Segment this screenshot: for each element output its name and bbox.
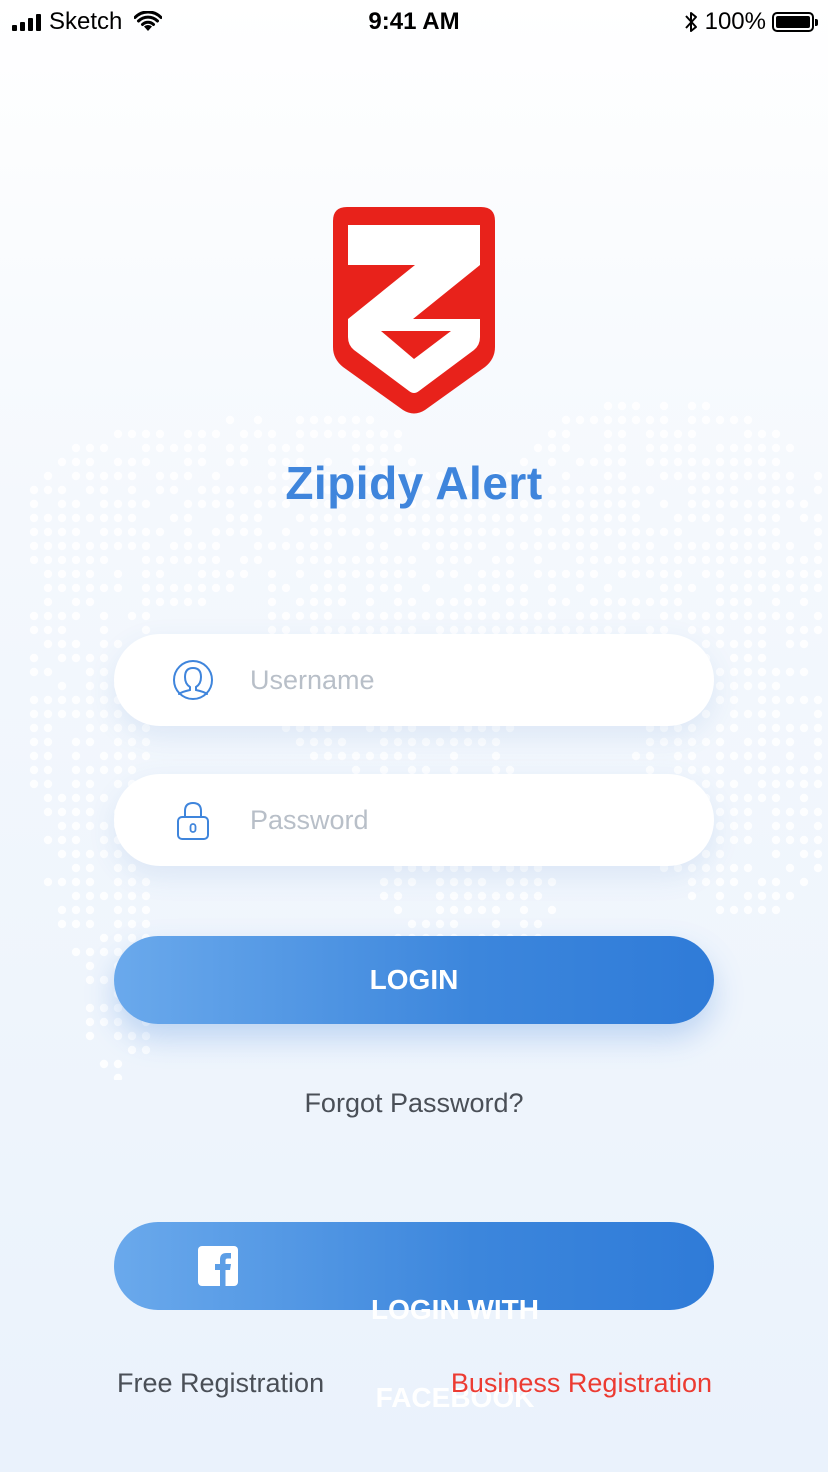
password-field[interactable] [114,774,714,866]
facebook-icon [198,1246,238,1286]
user-icon [173,660,213,700]
username-field[interactable] [114,634,714,726]
app-title: Zipidy Alert [285,457,543,509]
facebook-login-label: LOGIN WITH FACEBOOK [371,1294,539,1413]
bluetooth-icon [684,12,697,32]
battery-percentage: 100% [704,8,766,35]
password-input[interactable] [250,774,670,866]
username-input[interactable] [250,634,670,726]
battery-icon [772,12,818,32]
forgot-password-link[interactable]: Forgot Password? [0,1088,828,1119]
login-button[interactable]: LOGIN [114,936,714,1024]
facebook-login-button[interactable]: LOGIN WITH FACEBOOK [114,1222,714,1413]
free-registration-link[interactable]: Free Registration [117,1368,324,1399]
status-right: 100% [683,8,818,36]
login-button-label: LOGIN [369,964,459,995]
lock-icon [177,801,209,840]
zipidy-logo [333,207,495,414]
business-registration-link[interactable]: Business Registration [451,1368,712,1399]
status-bar: Sketch 9:41 AM 100% [0,0,828,44]
